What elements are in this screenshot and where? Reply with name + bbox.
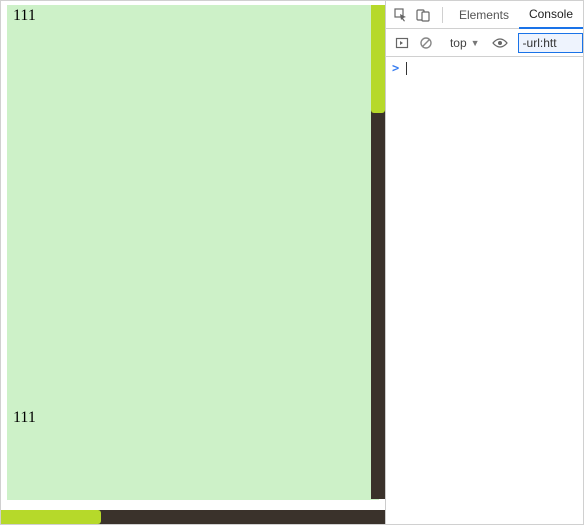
console-prompt[interactable]: > (392, 61, 577, 75)
tab-console[interactable]: Console (519, 1, 583, 29)
tab-elements-label: Elements (459, 8, 509, 22)
tabbar-separator (442, 7, 443, 23)
live-expression-icon[interactable] (490, 33, 510, 53)
device-toolbar-icon[interactable] (414, 6, 432, 24)
tab-console-label: Console (529, 7, 573, 21)
horizontal-scrollbar-track[interactable] (1, 510, 385, 524)
console-sidebar-toggle-icon[interactable] (392, 33, 412, 53)
chevron-down-icon: ▼ (471, 38, 480, 48)
app-window: 111 111 Elements Console (0, 0, 584, 525)
console-filter-input[interactable]: -url:htt (518, 33, 583, 53)
clear-console-icon[interactable] (416, 33, 436, 53)
console-body[interactable]: > (386, 57, 583, 524)
inspect-element-icon[interactable] (392, 6, 410, 24)
console-toolbar: top ▼ -url:htt (386, 29, 583, 57)
devtools-panel: Elements Console top ▼ -url:htt (386, 1, 583, 524)
page-viewport: 111 111 (1, 1, 386, 524)
page-text-2: 111 (13, 409, 36, 427)
vertical-scrollbar-track[interactable] (371, 5, 385, 499)
text-cursor (406, 62, 407, 75)
page-content-area: 111 111 (1, 1, 385, 524)
vertical-scrollbar-thumb[interactable] (371, 5, 385, 113)
page-text-1: 111 (13, 7, 36, 25)
page-body: 111 111 (7, 5, 379, 500)
execution-context-label: top (450, 36, 467, 50)
horizontal-scrollbar-thumb[interactable] (1, 510, 101, 524)
console-filter-value: -url:htt (523, 36, 557, 50)
devtools-tabbar: Elements Console (386, 1, 583, 29)
tab-elements[interactable]: Elements (449, 1, 519, 29)
prompt-caret-icon: > (392, 61, 399, 75)
execution-context-selector[interactable]: top ▼ (444, 33, 486, 53)
